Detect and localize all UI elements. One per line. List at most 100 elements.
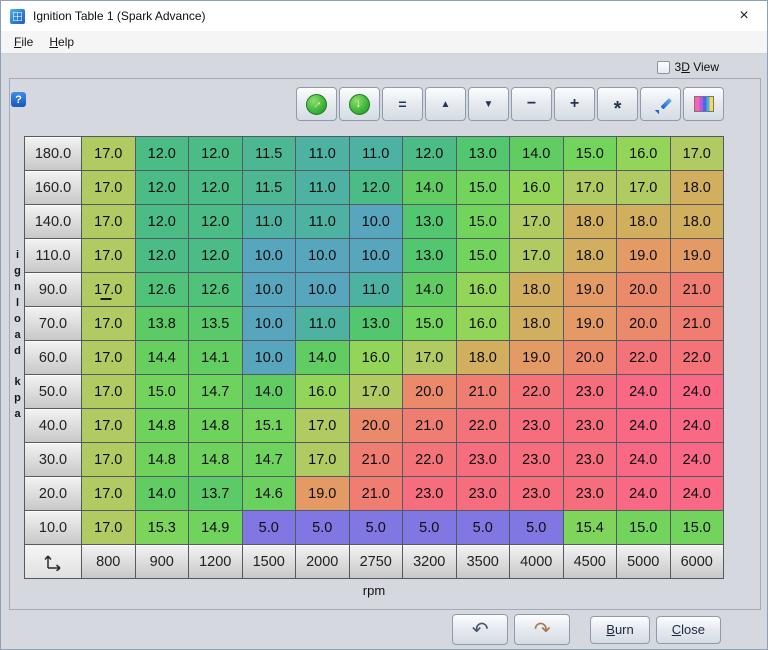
table-cell[interactable]: 24.0 — [671, 375, 724, 408]
table-cell[interactable]: 15.0 — [671, 511, 724, 544]
table-cell[interactable]: 23.0 — [510, 443, 563, 476]
close-button[interactable]: Close — [656, 616, 721, 644]
view-3d-toggle[interactable]: 3D View — [657, 60, 720, 74]
increment-button[interactable]: ▲ — [425, 87, 466, 121]
table-cell[interactable]: 10.0 — [243, 273, 296, 306]
table-cell[interactable]: 11.0 — [296, 171, 349, 204]
table-cell[interactable]: 19.0 — [564, 273, 617, 306]
load-row-header[interactable]: 70.0 — [25, 307, 81, 340]
table-cell[interactable]: 14.8 — [136, 443, 189, 476]
table-cell[interactable]: 18.0 — [510, 307, 563, 340]
rpm-col-header[interactable]: 6000 — [671, 545, 724, 578]
table-cell[interactable]: 18.0 — [671, 205, 724, 238]
table-cell[interactable]: 5.0 — [296, 511, 349, 544]
table-cell[interactable]: 10.0 — [296, 273, 349, 306]
table-cell[interactable]: 16.0 — [510, 171, 563, 204]
table-cell[interactable]: 23.0 — [510, 477, 563, 510]
table-cell[interactable]: 17.0 — [350, 375, 403, 408]
load-row-header[interactable]: 140.0 — [25, 205, 81, 238]
table-cell[interactable]: 15.4 — [564, 511, 617, 544]
load-row-header[interactable]: 60.0 — [25, 341, 81, 374]
table-cell[interactable]: 13.8 — [136, 307, 189, 340]
table-cell[interactable]: 14.8 — [136, 409, 189, 442]
table-cell[interactable]: 17.0 — [82, 375, 135, 408]
table-cell[interactable]: 14.1 — [189, 341, 242, 374]
table-cell[interactable]: 10.0 — [296, 239, 349, 272]
table-cell[interactable]: 12.0 — [189, 205, 242, 238]
table-cell[interactable]: 23.0 — [457, 477, 510, 510]
table-cell[interactable]: 18.0 — [457, 341, 510, 374]
table-cell[interactable]: 22.0 — [617, 341, 670, 374]
table-cell[interactable]: 11.0 — [243, 205, 296, 238]
table-cell[interactable]: 17.0 — [564, 171, 617, 204]
redo-button[interactable]: ↷ — [514, 614, 570, 645]
table-cell[interactable]: 24.0 — [617, 443, 670, 476]
rpm-col-header[interactable]: 1500 — [243, 545, 296, 578]
table-cell[interactable]: 15.1 — [243, 409, 296, 442]
rpm-col-header[interactable]: 2000 — [296, 545, 349, 578]
table-cell[interactable]: 15.0 — [617, 511, 670, 544]
table-cell[interactable]: 15.0 — [457, 239, 510, 272]
table-cell[interactable]: 17.0 — [403, 341, 456, 374]
table-cell[interactable]: 5.0 — [457, 511, 510, 544]
table-cell[interactable]: 12.0 — [403, 137, 456, 170]
table-cell[interactable]: 15.0 — [403, 307, 456, 340]
table-cell[interactable]: 18.0 — [510, 273, 563, 306]
table-cell[interactable]: 20.0 — [617, 273, 670, 306]
rpm-col-header[interactable]: 800 — [82, 545, 135, 578]
table-cell[interactable]: 11.0 — [296, 307, 349, 340]
table-cell[interactable]: 24.0 — [617, 375, 670, 408]
table-cell[interactable]: 14.0 — [510, 137, 563, 170]
table-cell[interactable]: 16.0 — [296, 375, 349, 408]
table-cell[interactable]: 17.0 — [82, 409, 135, 442]
table-cell[interactable]: 22.0 — [403, 443, 456, 476]
table-cell[interactable]: 12.6 — [189, 273, 242, 306]
table-cell[interactable]: 24.0 — [671, 443, 724, 476]
rpm-col-header[interactable]: 4500 — [564, 545, 617, 578]
table-cell[interactable]: 5.0 — [510, 511, 563, 544]
table-cell[interactable]: 22.0 — [457, 409, 510, 442]
table-cell[interactable]: 17.0 — [82, 511, 135, 544]
table-cell[interactable]: 10.0 — [243, 341, 296, 374]
table-cell[interactable]: 14.6 — [243, 477, 296, 510]
table-cell[interactable]: 23.0 — [510, 409, 563, 442]
table-cell[interactable]: 24.0 — [617, 409, 670, 442]
table-cell[interactable]: 5.0 — [403, 511, 456, 544]
load-row-header[interactable]: 50.0 — [25, 375, 81, 408]
table-cell[interactable]: 14.0 — [403, 273, 456, 306]
table-cell[interactable]: 20.0 — [564, 341, 617, 374]
load-row-header[interactable]: 30.0 — [25, 443, 81, 476]
table-cell[interactable]: 15.0 — [457, 205, 510, 238]
table-cell[interactable]: 14.4 — [136, 341, 189, 374]
table-cell[interactable]: 21.0 — [671, 307, 724, 340]
table-cell[interactable]: 19.0 — [296, 477, 349, 510]
table-cell[interactable]: 13.5 — [189, 307, 242, 340]
edit-cell-button[interactable] — [640, 87, 681, 121]
help-icon[interactable]: ? — [11, 92, 26, 107]
load-row-header[interactable]: 20.0 — [25, 477, 81, 510]
table-cell[interactable]: 20.0 — [403, 375, 456, 408]
table-cell[interactable]: 17.0 — [82, 239, 135, 272]
table-cell[interactable]: 13.0 — [403, 205, 456, 238]
table-cell[interactable]: 17.0 — [617, 171, 670, 204]
table-cell[interactable]: 21.0 — [350, 477, 403, 510]
table-cell[interactable]: 17.0 — [82, 341, 135, 374]
table-cell[interactable]: 12.0 — [136, 239, 189, 272]
table-cell[interactable]: 16.0 — [350, 341, 403, 374]
table-cell[interactable]: 18.0 — [564, 205, 617, 238]
table-cell[interactable]: 24.0 — [671, 409, 724, 442]
table-cell[interactable]: 14.8 — [189, 409, 242, 442]
rpm-col-header[interactable]: 2750 — [350, 545, 403, 578]
burn-button[interactable]: Burn — [590, 616, 649, 644]
window-close-button[interactable]: × — [721, 1, 767, 31]
table-cell[interactable]: 11.0 — [350, 273, 403, 306]
table-cell[interactable]: 23.0 — [564, 477, 617, 510]
table-cell[interactable]: 14.0 — [403, 171, 456, 204]
table-cell[interactable]: 20.0 — [350, 409, 403, 442]
table-cell[interactable]: 18.0 — [564, 239, 617, 272]
table-cell[interactable]: 17.0 — [82, 443, 135, 476]
table-cell[interactable]: 23.0 — [564, 409, 617, 442]
table-cell[interactable]: 14.0 — [136, 477, 189, 510]
table-cell[interactable]: 17.0 — [296, 443, 349, 476]
table-cell[interactable]: 24.0 — [617, 477, 670, 510]
